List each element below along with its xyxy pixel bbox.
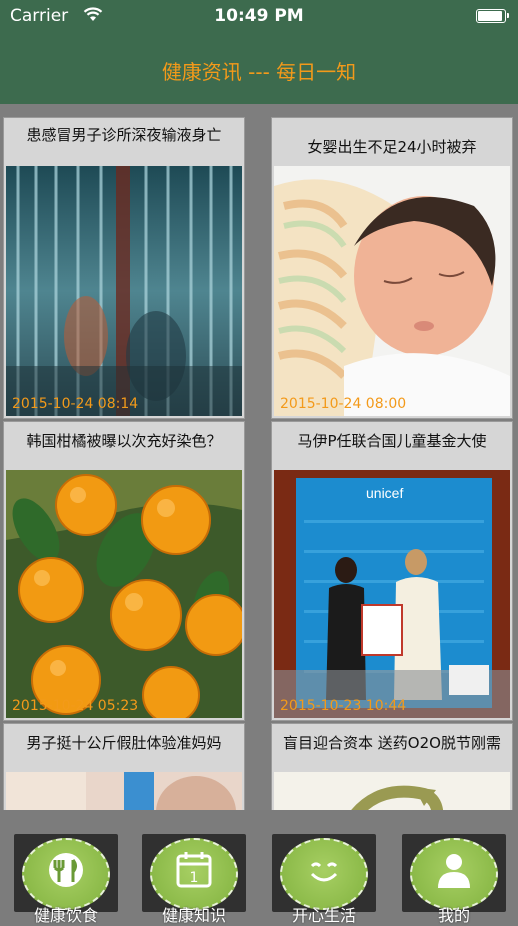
article-image-o2o[interactable] [274,772,510,810]
article-date: 2015-10-24 08:14 [12,396,139,412]
tab-healthy-diet[interactable]: 健康饮食 [14,834,118,925]
nav-bar: 健康资讯 --- 每日一知 [0,34,518,104]
fork-knife-icon [49,853,83,887]
calendar-icon: 1 [176,852,212,888]
tab-label: 健康饮食 [33,906,98,925]
unicef-ceremony-photo: unicef [274,470,510,718]
tab-bar: 健康饮食 1 健康知识 开心生活 我的 [0,810,518,925]
article-image-newborn[interactable] [274,166,510,416]
article-date: 2015-10-24 08:00 [280,396,407,412]
article-card[interactable]: 女婴出生不足24小时被弃 2015-10-24 08:00 [272,118,512,418]
article-headline: 盲目迎合资本 送药O2O脱节刚需 [283,734,501,752]
article-image-iv-drip[interactable] [6,166,242,416]
page-title: 健康资讯 --- 每日一知 [161,60,357,84]
article-image-belly[interactable] [6,772,242,810]
article-image-oranges[interactable] [6,470,242,718]
oranges-photo [6,470,242,718]
article-headline: 患感冒男子诊所深夜输液身亡 [26,126,222,144]
status-bar: Carrier 10:49 PM [0,0,518,34]
article-image-unicef[interactable]: unicef [274,470,510,718]
article-date: 2015-10-24 05:23 [12,698,139,714]
tab-label: 健康知识 [161,906,226,925]
tab-label: 开心生活 [291,906,356,925]
o2o-graphic [274,772,510,810]
newborn-baby-photo [274,166,510,416]
article-date: 2015-10-23 10:44 [280,698,407,714]
article-headline: 韩国柑橘被曝以次充好染色？ [26,432,222,450]
article-card[interactable]: 男子挺十公斤假肚体验准妈妈 [4,724,244,810]
person-icon [438,854,470,888]
smile-icon [310,862,338,882]
tab-health-knowledge[interactable]: 1 健康知识 [142,834,246,925]
battery-icon [476,9,509,23]
article-card[interactable]: 马伊P任联合国儿童基金大使 unicef 2015-10-23 10:44 [272,422,512,720]
article-headline: 女婴出生不足24小时被弃 [307,138,477,156]
svg-text:unicef: unicef [366,485,403,501]
iv-drip-photo [6,166,242,416]
article-headline: 男子挺十公斤假肚体验准妈妈 [26,734,222,752]
article-headline: 马伊P任联合国儿童基金大使 [297,432,487,450]
article-card[interactable]: 盲目迎合资本 送药O2O脱节刚需 [272,724,512,810]
tab-label: 我的 [437,906,470,925]
clock: 10:49 PM [214,6,304,26]
svg-text:1: 1 [190,870,199,886]
article-card[interactable]: 韩国柑橘被曝以次充好染色？ 2015-10-24 05:23 [4,422,244,720]
tab-happy-life[interactable]: 开心生活 [272,834,376,925]
article-card[interactable]: 患感冒男子诊所深夜输液身亡 2015-10-24 08:14 [4,118,244,418]
tab-mine[interactable]: 我的 [402,834,506,925]
belly-photo [6,772,242,810]
article-grid[interactable]: 患感冒男子诊所深夜输液身亡 2015-10-24 08:14 女婴出生不足24小… [0,104,518,810]
